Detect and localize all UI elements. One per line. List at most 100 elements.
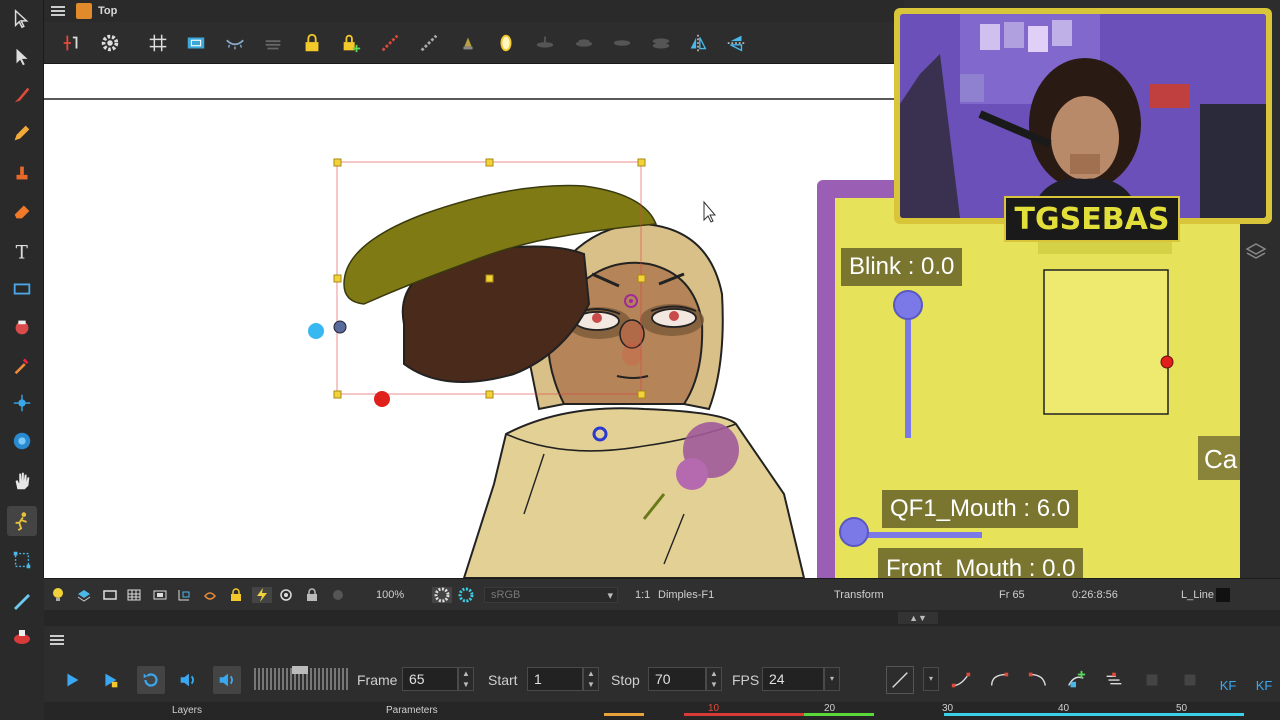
fps-field[interactable]: 24 (762, 667, 824, 691)
stamp-icon[interactable] (7, 158, 37, 188)
stop-spinner[interactable]: ▲ ▼ (706, 667, 722, 691)
disabled-tool-2-icon[interactable] (1176, 666, 1204, 694)
layer-disc-2-icon[interactable] (571, 30, 597, 56)
flower-gear-icon[interactable] (432, 587, 452, 603)
keyframe-kf2-button[interactable]: KF (1250, 666, 1278, 694)
ease-in-icon[interactable] (947, 666, 975, 694)
flip-horizontal-icon[interactable] (685, 30, 711, 56)
select-arrow-icon[interactable] (7, 4, 37, 34)
lightbulb-icon[interactable] (50, 587, 66, 603)
text-icon[interactable]: T (7, 236, 37, 266)
line-tool-icon[interactable] (886, 666, 914, 694)
ink-pot-icon[interactable] (10, 624, 34, 648)
brush-icon[interactable] (7, 80, 37, 110)
sound-scrub-icon[interactable] (213, 666, 241, 694)
bone-gray-icon[interactable] (416, 30, 442, 56)
lightning-icon[interactable] (252, 587, 272, 603)
hand-icon[interactable] (7, 466, 37, 496)
colorspace-select[interactable]: sRGB ▾ (484, 587, 618, 603)
webcam-overlay (894, 8, 1272, 224)
drawing-name: Dimples-F1 (658, 589, 715, 601)
field-guide-icon[interactable] (176, 587, 192, 603)
layer-disc-3-icon[interactable] (609, 30, 635, 56)
layer-disc-1-icon[interactable] (532, 30, 558, 56)
rotate-reset-icon[interactable] (278, 587, 294, 603)
view-statusbar: 100% sRGB ▾ 1:1 Dimples-F1 Transform Fr 6… (44, 578, 1280, 610)
ratio-label: 1:1 (635, 589, 651, 601)
ease-out-icon[interactable] (985, 666, 1013, 694)
mouth-slider-track (852, 532, 982, 538)
flip-vertical-icon[interactable] (723, 30, 749, 56)
stop-label: Stop (611, 672, 640, 688)
disabled-tool-1-icon[interactable] (1138, 666, 1166, 694)
settings-gear-icon[interactable] (97, 30, 123, 56)
lock-icon[interactable] (299, 30, 325, 56)
panel-divider[interactable]: ▲▼ (44, 610, 1280, 626)
lock-small-icon[interactable] (228, 587, 244, 603)
add-pin-icon[interactable] (58, 30, 84, 56)
blink-slider-handle (893, 290, 923, 320)
camera-mask-icon[interactable] (152, 587, 168, 603)
svg-text:T: T (16, 242, 29, 262)
zoom-level[interactable]: 100% (376, 587, 404, 603)
lock-add-icon[interactable] (338, 30, 364, 56)
stagger-icon[interactable] (1100, 666, 1128, 694)
table-icon[interactable] (126, 587, 142, 603)
peg-icon[interactable] (455, 30, 481, 56)
bone-red-icon[interactable] (377, 30, 403, 56)
pen-icon[interactable] (10, 588, 34, 612)
onion-skin-icon[interactable] (222, 30, 248, 56)
frame-view-icon[interactable] (102, 587, 118, 603)
contour-select-icon[interactable] (7, 42, 37, 72)
safe-area-icon[interactable] (183, 30, 209, 56)
play-selection-icon[interactable] (96, 666, 124, 694)
start-label: Start (488, 672, 518, 688)
frame-indicator: Fr 65 (999, 589, 1025, 601)
line-dropdown[interactable]: ▾ (923, 667, 939, 691)
timeline-menu-icon[interactable] (50, 633, 64, 651)
parameters-label: Parameters (386, 705, 438, 716)
play-icon[interactable] (58, 666, 86, 694)
fps-dropdown[interactable]: ▾ (824, 667, 840, 691)
front-mouth-label: Front_Mouth : 0.0 (878, 548, 1084, 578)
mirror-icon[interactable] (493, 30, 519, 56)
onion-skin-toggle-icon[interactable] (202, 587, 218, 603)
timeline-layers-bar: Layers Parameters 10 20 30 40 50 (44, 702, 1280, 720)
jog-slider-handle[interactable] (292, 666, 308, 674)
eraser-icon[interactable] (7, 196, 37, 226)
transform-tool-icon[interactable] (7, 545, 37, 575)
jog-slider[interactable] (254, 666, 350, 690)
layers-stack-icon[interactable] (1244, 240, 1268, 264)
paint-bucket-icon[interactable] (7, 312, 37, 342)
loop-icon[interactable] (137, 666, 165, 694)
pencil-icon[interactable] (7, 118, 37, 148)
disabled-icon[interactable] (330, 587, 346, 603)
stop-field[interactable]: 70 (648, 667, 706, 691)
layer-disc-4-icon[interactable] (648, 30, 674, 56)
sound-icon[interactable] (174, 666, 202, 694)
color-swatch[interactable] (1216, 588, 1230, 602)
rectangle-icon[interactable] (7, 274, 37, 304)
keyframe-kf-button[interactable]: KF (1214, 666, 1242, 694)
layer-up-icon[interactable] (76, 587, 92, 603)
add-keyframe-icon[interactable] (1062, 666, 1090, 694)
ruler-tick-10: 10 (708, 703, 720, 714)
color-gear-icon[interactable] (458, 587, 474, 603)
rotate-view-icon[interactable] (7, 426, 37, 456)
home-icon[interactable] (76, 3, 92, 19)
light-table-icon[interactable] (260, 30, 286, 56)
frame-spinner[interactable]: ▲ ▼ (458, 667, 474, 691)
start-field[interactable]: 1 (527, 667, 583, 691)
pivot-icon[interactable] (7, 388, 37, 418)
rigging-tool-icon[interactable] (7, 506, 37, 536)
start-spinner[interactable]: ▲ ▼ (583, 667, 599, 691)
webcam-feed (900, 14, 1266, 218)
dropper-icon[interactable] (7, 350, 37, 380)
lock-grey-icon[interactable] (304, 587, 320, 603)
ease-both-icon[interactable] (1024, 666, 1052, 694)
menu-hamburger-icon[interactable] (48, 2, 68, 20)
grid-icon[interactable] (145, 30, 171, 56)
current-tool: Transform (834, 589, 884, 601)
collapse-arrows-icon[interactable]: ▲▼ (898, 612, 938, 624)
frame-field[interactable]: 65 (402, 667, 458, 691)
